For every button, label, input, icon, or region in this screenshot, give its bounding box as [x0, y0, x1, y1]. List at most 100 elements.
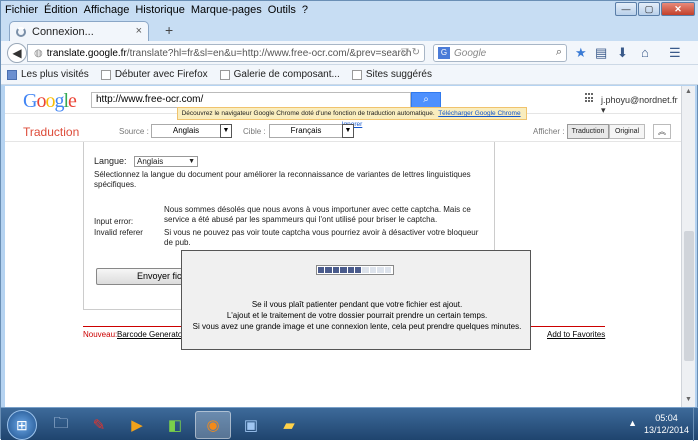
minimize-button[interactable]: — — [615, 2, 637, 16]
pinned-app-acrobat-icon[interactable]: ✎ — [81, 411, 117, 439]
progress-segment — [340, 267, 347, 273]
show-original-button[interactable]: Original — [609, 124, 645, 139]
download-icon[interactable]: ⬇ — [617, 45, 628, 61]
scroll-up-icon[interactable]: ▲ — [685, 88, 692, 95]
tab-strip: Connexion... × + — [1, 19, 698, 41]
tray-expand-icon[interactable]: ▲ — [628, 418, 637, 428]
progress-segment — [355, 267, 362, 273]
google-engine-icon[interactable]: G — [438, 47, 450, 59]
progress-segment — [369, 267, 377, 273]
collapse-icon[interactable]: ︽ — [653, 124, 671, 139]
page-icon — [100, 69, 111, 80]
download-chrome-link[interactable]: Télécharger Google Chrome — [438, 110, 520, 117]
hamburger-menu-icon[interactable]: ☰ — [669, 45, 681, 61]
scroll-down-icon[interactable]: ▼ — [685, 396, 692, 403]
translate-search-button[interactable]: ⌕ — [411, 92, 441, 108]
language-label: Langue: — [94, 156, 127, 166]
bookmarks-toolbar: Les plus visités Débuter avec Firefox Ga… — [1, 65, 698, 85]
bookmark-star-icon[interactable]: ★ — [575, 45, 587, 61]
bookmarks-menu-icon[interactable]: ▤ — [595, 45, 607, 61]
show-desktop-button[interactable] — [693, 408, 698, 441]
windows-taskbar: ⊞ 🗀 ✎ ▶ ◧ ◉ ▣ ▰ ▲ 05:04 13/12/2014 — [1, 407, 698, 441]
target-language-select[interactable]: Français ▼ — [269, 124, 354, 138]
close-window-button[interactable]: ✕ — [661, 2, 695, 16]
translate-title: Traduction — [23, 125, 80, 139]
upload-message-line-2: L'ajout et le traitement de votre dossie… — [226, 311, 488, 320]
user-account-menu[interactable]: j.phoyu@nordnet.fr ▾ — [601, 95, 681, 116]
apps-grid-icon[interactable] — [585, 93, 595, 103]
new-label: Nouveau: — [83, 330, 118, 339]
tab-title: Connexion... — [32, 25, 94, 38]
start-button[interactable]: ⊞ — [7, 410, 37, 440]
progress-segment — [332, 267, 340, 273]
captcha-error-message: Nous sommes désolés que nous avons à vou… — [164, 205, 471, 224]
tab-connexion[interactable]: Connexion... × — [9, 21, 149, 41]
progress-bar — [316, 265, 394, 275]
source-language-select[interactable]: Anglais ▼ — [151, 124, 232, 138]
page-icon — [219, 69, 230, 80]
search-box[interactable]: G Google ⌕ — [433, 44, 567, 62]
url-dropdown-icon[interactable]: ▽ ↻ — [401, 47, 420, 58]
menu-marque-pages[interactable]: Marque-pages — [191, 4, 262, 16]
adblock-message: Si vous ne pouvez pas voir toute captcha… — [164, 228, 479, 247]
progress-segment — [347, 267, 355, 273]
system-clock[interactable]: 05:04 13/12/2014 — [644, 412, 689, 436]
show-label: Afficher : — [533, 127, 565, 136]
upload-progress-dialog: Se il vous plaît patienter pendant que v… — [181, 250, 531, 350]
progress-segment — [362, 267, 369, 273]
window-controls: — ▢ ✕ — [614, 2, 695, 16]
upload-message-line-3: Si vous avez une grande image et une con… — [192, 322, 522, 331]
menu-edition[interactable]: Édition — [44, 4, 78, 16]
menu-historique[interactable]: Historique — [135, 4, 185, 16]
progress-segment — [384, 267, 392, 273]
scrollbar-thumb[interactable] — [684, 231, 694, 361]
bookmark-gallery[interactable]: Galerie de composant... — [219, 69, 340, 80]
chrome-promo-bar: Découvrez le navigateur Google Chrome do… — [177, 107, 527, 128]
folder-icon — [7, 69, 17, 80]
home-icon[interactable]: ⌂ — [641, 45, 649, 60]
progress-segment — [325, 267, 332, 273]
clock-time: 05:04 — [655, 413, 678, 423]
browser-window: Fichier Édition Affichage Historique Mar… — [0, 0, 698, 441]
pinned-app-firefox-icon[interactable]: ◉ — [195, 411, 231, 439]
url-bar[interactable]: ◍ translate.google.fr/translate?hl=fr&sl… — [27, 44, 425, 62]
barcode-generator-link[interactable]: Barcode Generato — [117, 330, 182, 339]
target-label: Cible : — [243, 127, 266, 136]
pinned-app-explorer-icon[interactable]: 🗀 — [43, 411, 79, 439]
tab-close-icon[interactable]: × — [136, 25, 142, 37]
upload-message: Se il vous plaît patienter pendant que v… — [182, 299, 532, 332]
new-tab-button[interactable]: + — [165, 22, 173, 38]
menu-fichier[interactable]: Fichier — [5, 4, 38, 16]
translate-toolbar: Traduction Source : Anglais ▼ Cible : Fr… — [5, 120, 681, 142]
invalid-referer-label: Invalid referer — [94, 228, 143, 237]
translate-url-input[interactable]: http://www.free-ocr.com/ — [91, 92, 411, 108]
pinned-app-computer-icon[interactable]: ▣ — [233, 411, 269, 439]
back-arrow-icon: ◀ — [12, 46, 22, 60]
progress-segment — [318, 267, 325, 273]
clock-date: 13/12/2014 — [643, 425, 689, 435]
bookmark-getting-started[interactable]: Débuter avec Firefox — [100, 69, 208, 80]
bookmark-most-visited[interactable]: Les plus visités — [7, 69, 89, 80]
menu-outils[interactable]: Outils — [268, 4, 296, 16]
progress-segment — [377, 267, 384, 273]
globe-icon: ◍ — [34, 47, 43, 59]
chevron-down-icon[interactable]: ▼ — [342, 124, 354, 138]
show-translation-button[interactable]: Traduction — [567, 124, 609, 139]
add-to-favorites-link[interactable]: Add to Favorites — [547, 330, 605, 339]
search-placeholder: Google — [454, 47, 487, 59]
pinned-app-folder-icon[interactable]: ▰ — [271, 411, 307, 439]
pinned-app-media-icon[interactable]: ▶ — [119, 411, 155, 439]
chevron-down-icon[interactable]: ▼ — [220, 124, 232, 138]
back-button[interactable]: ◀ — [7, 43, 27, 63]
windows-logo-icon: ⊞ — [16, 417, 28, 433]
vertical-scrollbar[interactable]: ▲ ▼ — [681, 86, 695, 407]
menu-help[interactable]: ? — [302, 4, 308, 16]
google-logo[interactable]: Google — [23, 90, 77, 113]
bookmark-suggested-sites[interactable]: Sites suggérés — [351, 69, 432, 80]
upload-message-line-1: Se il vous plaît patienter pendant que v… — [251, 300, 463, 309]
search-icon[interactable]: ⌕ — [556, 46, 562, 59]
maximize-button[interactable]: ▢ — [638, 2, 660, 16]
pinned-app-paint-icon[interactable]: ◧ — [157, 411, 193, 439]
language-select[interactable]: Anglais ▼ — [134, 156, 198, 167]
menu-affichage[interactable]: Affichage — [84, 4, 130, 16]
